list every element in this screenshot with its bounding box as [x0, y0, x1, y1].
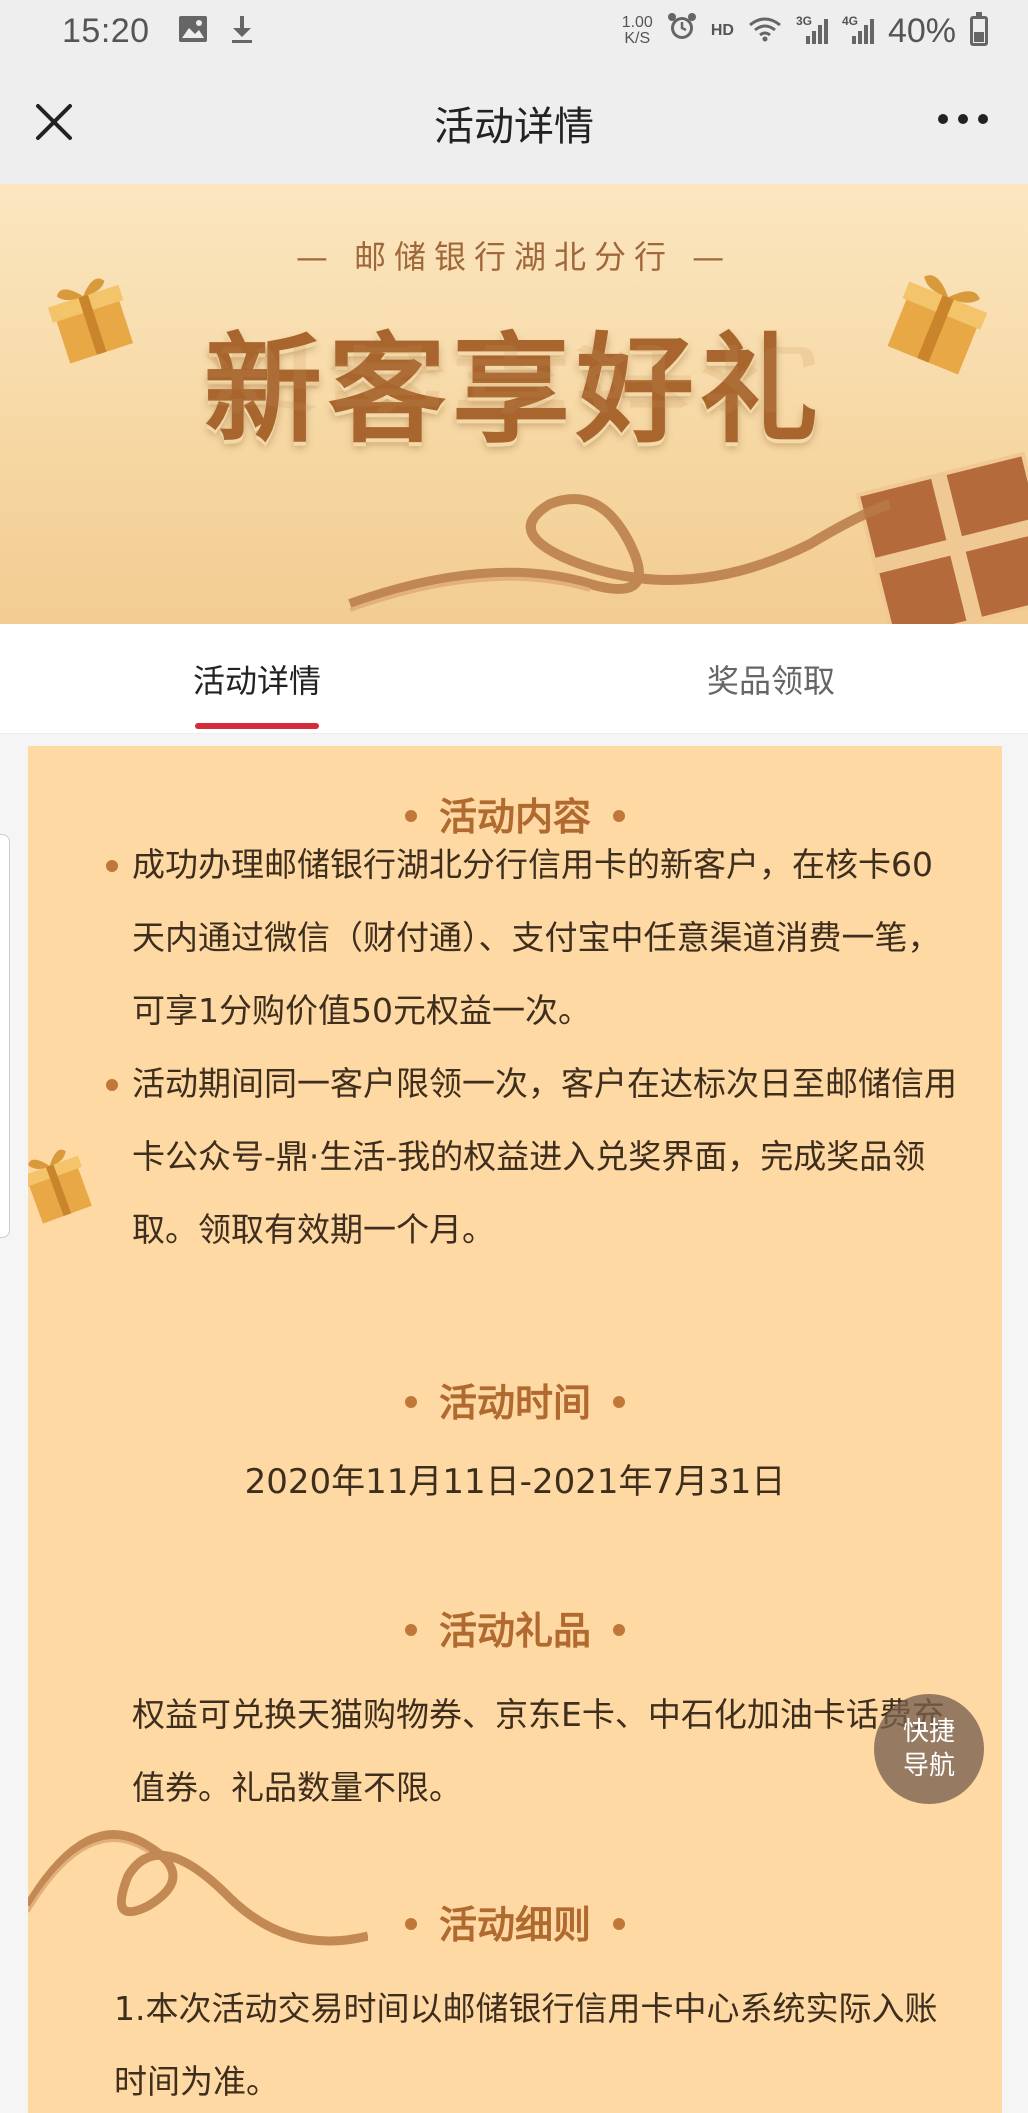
- close-icon[interactable]: [30, 98, 78, 146]
- tab-bar: 活动详情 奖品领取: [0, 624, 1028, 734]
- more-icon[interactable]: [938, 114, 988, 124]
- tab-label: 奖品领取: [706, 661, 835, 700]
- ribbon-decoration: [330, 434, 892, 624]
- bullet-dot: [106, 860, 118, 872]
- activity-period: 2020年11月11日-2021年7月31日: [244, 1462, 786, 1502]
- alarm-icon: [667, 12, 697, 51]
- signal-4g-icon: 4G: [842, 14, 874, 46]
- quick-nav-button[interactable]: 快捷 导航: [874, 1694, 984, 1804]
- battery-percent: 40%: [887, 11, 956, 50]
- page-title: 活动详情: [434, 104, 594, 150]
- rules-item-1: 1.本次活动交易时间以邮储银行信用卡中心系统实际入账时间为准。: [114, 1989, 938, 2101]
- section-title-gift: 活动礼品: [28, 1600, 1002, 1655]
- net-speed: 1.00 K/S: [621, 14, 653, 47]
- wifi-icon: [748, 12, 782, 51]
- banner-subtitle: — 邮储银行湖北分行 —: [295, 238, 733, 276]
- activity-card: 活动内容 成功办理邮储银行湖北分行信用卡的新客户，在核卡60天内通过微信（财付通…: [28, 746, 1002, 2113]
- status-time: 15:20: [62, 11, 150, 50]
- gift-box-icon: [880, 268, 1000, 382]
- gift-box-icon: [44, 270, 144, 370]
- tab-prize-claim[interactable]: 奖品领取: [514, 624, 1028, 733]
- hd-indicator: HD: [710, 22, 734, 39]
- image-icon: [178, 15, 208, 47]
- ribbon-decoration: [28, 1786, 370, 1990]
- promo-banner: — 邮储银行湖北分行 — 新客享好礼 新客享好礼: [0, 184, 1028, 624]
- nav-bar: 活动详情: [0, 62, 1028, 184]
- tab-active-indicator: [195, 723, 319, 729]
- download-icon: [230, 14, 254, 48]
- banner-title-reflection: 新客享好礼: [203, 335, 824, 418]
- content-item-1: 成功办理邮储银行湖北分行信用卡的新客户，在核卡60天内通过微信（财付通）、支付宝…: [132, 845, 941, 1030]
- quick-nav-label: 导航: [902, 1751, 955, 1781]
- gift-box-icon: [28, 1138, 98, 1232]
- battery-icon: [970, 12, 988, 46]
- bullet-dot: [106, 1079, 118, 1091]
- content-area: 活动内容 成功办理邮储银行湖北分行信用卡的新客户，在核卡60天内通过微信（财付通…: [0, 734, 1028, 2113]
- signal-3g-icon: 3G: [796, 14, 828, 46]
- tab-activity-details[interactable]: 活动详情: [0, 624, 514, 733]
- side-drawer-handle[interactable]: [0, 834, 10, 1238]
- tab-label: 活动详情: [192, 661, 321, 700]
- content-item-2: 活动期间同一客户限领一次，客户在达标次日至邮储信用卡公众号-鼎·生活-我的权益进…: [132, 1064, 957, 1249]
- section-title-time: 活动时间: [28, 1372, 1002, 1427]
- quick-nav-label: 快捷: [902, 1717, 955, 1747]
- status-bar: 15:20 1.00 K/S HD 3G 4G 40%: [0, 0, 1028, 62]
